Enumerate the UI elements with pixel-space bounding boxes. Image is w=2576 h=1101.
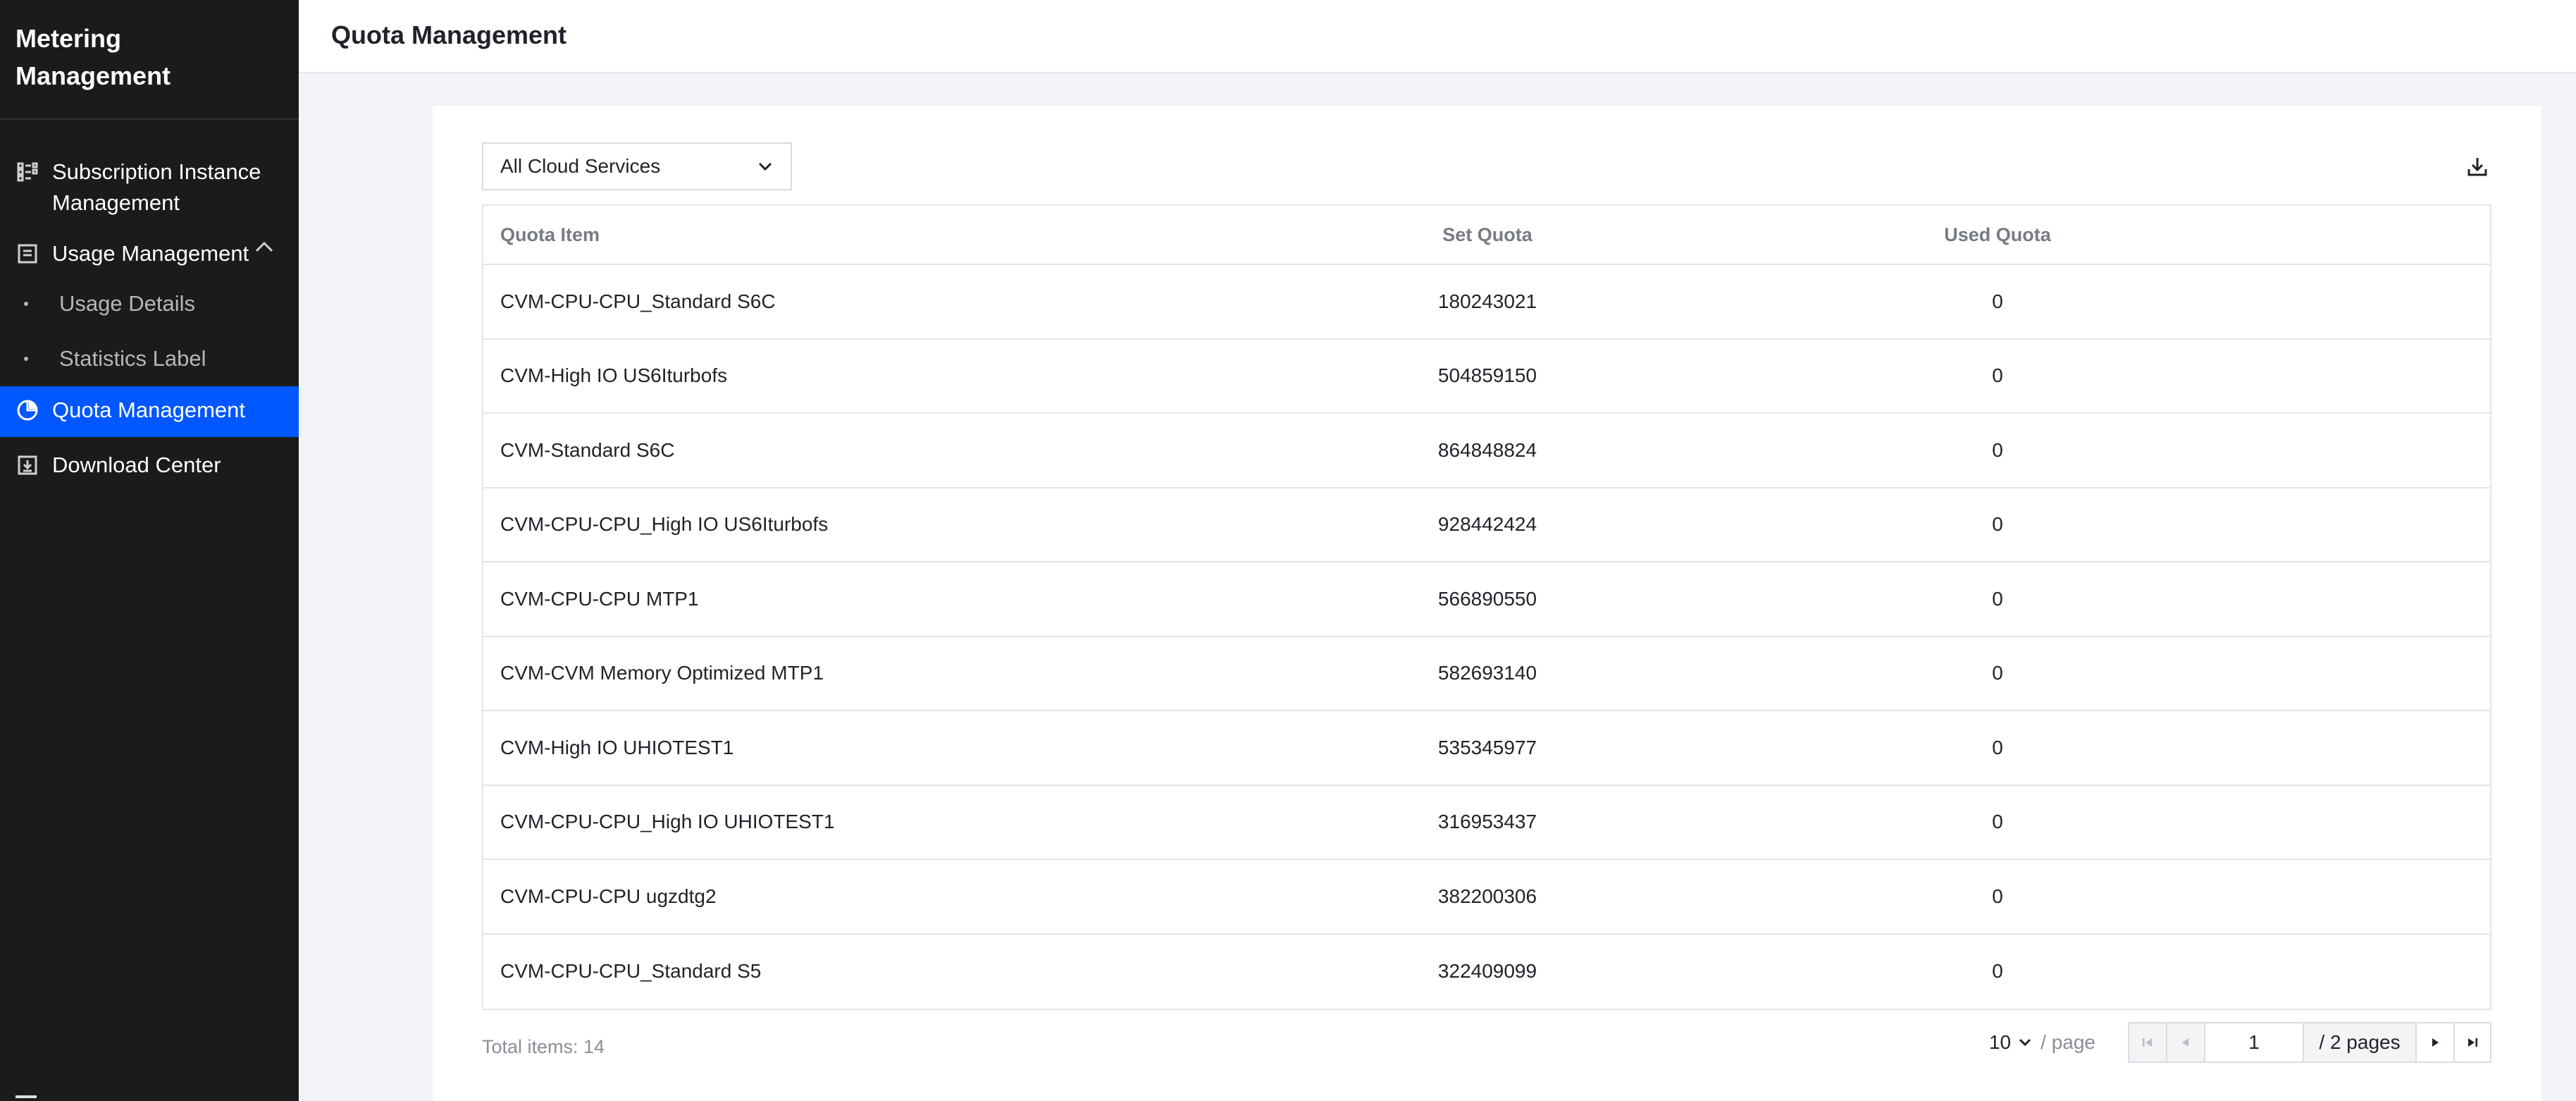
total-items: Total items: 14 <box>482 1036 605 1057</box>
table-row: CVM-High IO US6Iturbofs 504859150 0 <box>483 340 2490 414</box>
column-header-set-quota: Set Quota <box>1442 223 1532 245</box>
sidebar-item-download-center[interactable]: Download Center <box>0 437 299 481</box>
cell-quota-item: CVM-CPU-CPU_Standard S6C <box>500 290 776 312</box>
sidebar-item-label: Statistics Label <box>59 346 206 371</box>
table-row: CVM-CPU-CPU_Standard S6C 180243021 0 <box>483 265 2490 340</box>
cell-quota-item: CVM-High IO US6Iturbofs <box>500 364 728 387</box>
page-title: Quota Management <box>331 20 567 49</box>
chevron-down-icon <box>2019 1038 2031 1047</box>
sidebar-item-subscription-instance[interactable]: Subscription Instance Management <box>0 156 299 230</box>
sidebar-item-usage-management[interactable]: Usage Management <box>0 230 299 269</box>
table-row: CVM-CPU-CPU_High IO US6Iturbofs 928442424… <box>483 488 2490 562</box>
sidebar-item-usage-details[interactable]: Usage Details <box>0 276 299 331</box>
cell-set-quota: 316953437 <box>1437 811 1537 833</box>
page-number-input[interactable]: 1 <box>2204 1022 2303 1063</box>
content-card: All Cloud Services Quota Item Set Quota … <box>433 106 2541 1101</box>
cell-set-quota: 582693140 <box>1437 662 1537 684</box>
column-header-used-quota: Used Quota <box>1944 223 2051 245</box>
cell-set-quota: 504859150 <box>1437 364 1537 387</box>
download-icon[interactable] <box>2463 152 2491 180</box>
cell-used-quota: 0 <box>1992 885 2003 907</box>
cell-used-quota: 0 <box>1992 513 2003 536</box>
sidebar-item-quota-management[interactable]: Quota Management <box>0 386 299 437</box>
cell-set-quota: 566890550 <box>1437 587 1537 610</box>
first-page-button[interactable] <box>2128 1022 2166 1063</box>
page-size-select[interactable]: 10 <box>1989 1031 2032 1054</box>
table-row: CVM-CPU-CPU MTP1 566890550 0 <box>483 562 2490 637</box>
current-page: 1 <box>2248 1031 2260 1053</box>
table-row: CVM-Standard S6C 864848824 0 <box>483 414 2490 488</box>
table-row: CVM-CPU-CPU_High IO UHIOTEST1 316953437 0 <box>483 786 2490 860</box>
bullet-icon <box>24 302 28 306</box>
column-header-quota-item: Quota Item <box>500 223 600 245</box>
cell-set-quota: 864848824 <box>1437 438 1537 461</box>
next-page-icon <box>2432 1038 2439 1047</box>
next-page-button[interactable] <box>2415 1022 2453 1063</box>
bullet-icon <box>24 357 28 361</box>
cell-quota-item: CVM-CVM Memory Optimized MTP1 <box>500 662 824 684</box>
top-header: Quota Management <box>299 0 2576 73</box>
table-row: CVM-CVM Memory Optimized MTP1 582693140 0 <box>483 637 2490 711</box>
sidebar-item-label: Usage Management <box>52 241 249 266</box>
select-value: All Cloud Services <box>500 155 661 177</box>
chevron-down-icon <box>758 162 772 171</box>
sidebar-title: Metering Management <box>0 0 299 120</box>
sidebar-item-statistics-label[interactable]: Statistics Label <box>0 331 299 386</box>
quota-table: Quota Item Set Quota Used Quota CVM-CPU-… <box>482 204 2491 1010</box>
cell-used-quota: 0 <box>1992 290 2003 312</box>
download-box-icon <box>16 453 39 477</box>
cell-used-quota: 0 <box>1992 364 2003 387</box>
pie-chart-icon <box>16 398 39 422</box>
table-row: CVM-CPU-CPU_Standard S5 322409099 0 <box>483 935 2490 1009</box>
table-row: CVM-High IO UHIOTEST1 535345977 0 <box>483 711 2490 786</box>
pagination: 10 / page 1 / 2 pages <box>1989 1022 2491 1063</box>
cell-used-quota: 0 <box>1992 438 2003 461</box>
sidebar-item-label: Usage Details <box>59 291 195 316</box>
sidebar-item-label: Quota Management <box>52 398 246 422</box>
cell-set-quota: 322409099 <box>1437 960 1537 983</box>
cell-set-quota: 382200306 <box>1437 885 1537 907</box>
list-icon <box>16 160 39 184</box>
cell-quota-item: CVM-CPU-CPU_High IO US6Iturbofs <box>500 513 829 536</box>
cell-used-quota: 0 <box>1992 960 2003 983</box>
cell-set-quota: 180243021 <box>1437 290 1537 312</box>
table-body: CVM-CPU-CPU_Standard S6C 180243021 0 CVM-Hi… <box>483 265 2490 1009</box>
cloud-service-select[interactable]: All Cloud Services <box>482 142 792 190</box>
per-page-label: / page <box>2041 1031 2095 1053</box>
prev-page-button[interactable] <box>2166 1022 2204 1063</box>
document-icon <box>16 242 39 266</box>
first-page-icon <box>2143 1038 2152 1047</box>
cell-used-quota: 0 <box>1992 736 2003 758</box>
cell-set-quota: 535345977 <box>1437 736 1537 758</box>
cell-set-quota: 928442424 <box>1437 513 1537 536</box>
sidebar-item-label: Subscription Instance Management <box>52 159 261 215</box>
total-pages-label: / 2 pages <box>2319 1031 2401 1053</box>
cell-quota-item: CVM-Standard S6C <box>500 438 675 461</box>
last-page-button[interactable] <box>2453 1022 2491 1063</box>
last-page-icon <box>2468 1038 2477 1047</box>
prev-page-icon <box>2182 1038 2188 1047</box>
table-header: Quota Item Set Quota Used Quota <box>483 206 2490 265</box>
sidebar-nav: Subscription Instance Management Usage M… <box>0 120 299 481</box>
sidebar-item-label: Download Center <box>52 453 221 477</box>
table-row: CVM-CPU-CPU ugzdtg2 382200306 0 <box>483 860 2490 935</box>
total-pages: / 2 pages <box>2303 1022 2415 1063</box>
chevron-up-icon[interactable] <box>254 240 275 254</box>
cell-used-quota: 0 <box>1992 662 2003 684</box>
cell-quota-item: CVM-CPU-CPU_High IO UHIOTEST1 <box>500 811 835 833</box>
cell-quota-item: CVM-High IO UHIOTEST1 <box>500 736 734 758</box>
page-size-value: 10 <box>1988 1031 2012 1053</box>
cell-quota-item: CVM-CPU-CPU ugzdtg2 <box>500 885 717 907</box>
cell-quota-item: CVM-CPU-CPU MTP1 <box>500 587 699 610</box>
cell-used-quota: 0 <box>1992 811 2003 833</box>
cell-quota-item: CVM-CPU-CPU_Standard S5 <box>500 960 762 983</box>
sidebar: Metering Management Subscription Instanc… <box>0 0 299 1101</box>
menu-collapse-icon[interactable] <box>16 1095 37 1101</box>
cell-used-quota: 0 <box>1992 587 2003 610</box>
